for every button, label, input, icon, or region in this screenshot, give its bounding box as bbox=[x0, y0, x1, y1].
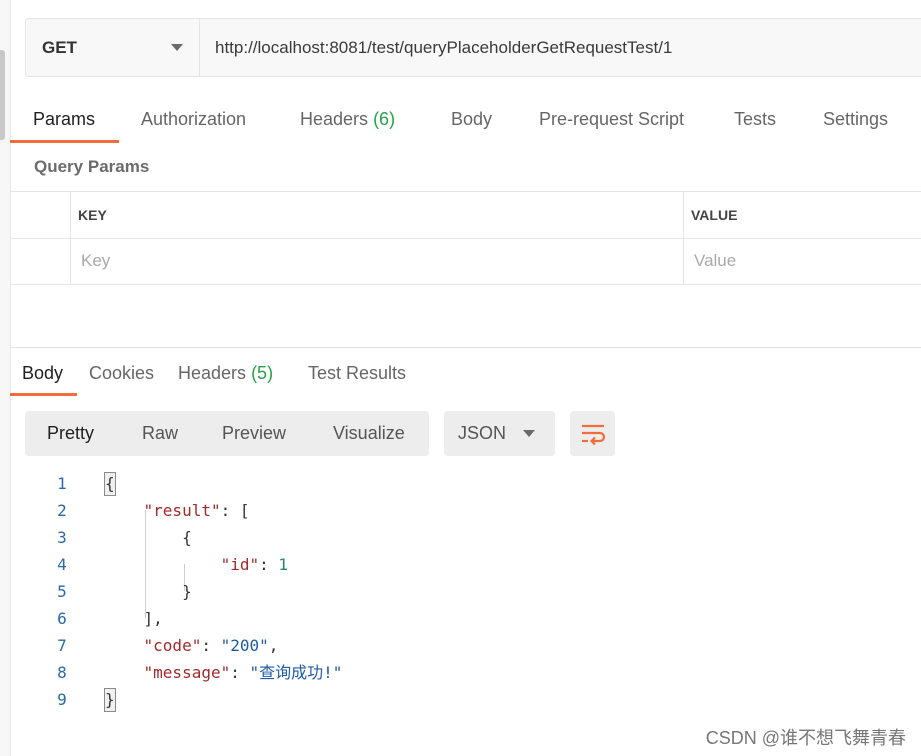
format-raw[interactable]: Raw bbox=[142, 411, 178, 456]
code-line: 1{ bbox=[0, 470, 921, 497]
value-input[interactable]: Value bbox=[686, 238, 921, 284]
code-line: 7 "code": "200", bbox=[0, 632, 921, 659]
headers-count: (6) bbox=[373, 109, 396, 129]
code-text: } bbox=[105, 686, 115, 713]
chevron-down-icon bbox=[171, 44, 183, 51]
column-divider bbox=[70, 192, 71, 284]
request-url-bar: GET http://localhost:8081/test/queryPlac… bbox=[25, 18, 921, 77]
code-text: "result": [ bbox=[105, 497, 250, 524]
tab-params[interactable]: Params bbox=[33, 104, 95, 142]
json-punctuation bbox=[105, 501, 144, 520]
json-punctuation: : bbox=[201, 636, 221, 655]
code-text: "id": 1 bbox=[105, 551, 288, 578]
tab-test-results[interactable]: Test Results bbox=[308, 358, 406, 396]
code-text: ], bbox=[105, 605, 163, 632]
wrap-lines-button[interactable] bbox=[570, 411, 615, 456]
json-key: "id" bbox=[220, 555, 260, 574]
key-column-header: KEY bbox=[78, 207, 107, 223]
wrap-lines-icon bbox=[581, 424, 605, 445]
tab-response-headers[interactable]: Headers (5) bbox=[178, 358, 273, 396]
watermark: CSDN @谁不想飞舞青春 bbox=[705, 728, 906, 748]
code-line: 9} bbox=[0, 686, 921, 713]
json-punctuation: : [ bbox=[220, 501, 250, 520]
code-line: 4 "id": 1 bbox=[0, 551, 921, 578]
table-row: Key Value bbox=[10, 238, 921, 285]
code-text: { bbox=[105, 524, 192, 551]
line-number: 9 bbox=[57, 690, 67, 709]
table-header-row: KEY VALUE bbox=[10, 192, 921, 239]
format-preview[interactable]: Preview bbox=[222, 411, 286, 456]
tab-body[interactable]: Body bbox=[451, 104, 492, 142]
line-number: 1 bbox=[57, 474, 67, 493]
code-line: 8 "message": "查询成功!" bbox=[0, 659, 921, 686]
tab-tests[interactable]: Tests bbox=[734, 104, 776, 142]
code-text: "code": "200", bbox=[105, 632, 279, 659]
code-text: { bbox=[105, 470, 115, 497]
format-visualize[interactable]: Visualize bbox=[333, 411, 405, 456]
request-tabs: Params Authorization Headers (6) Body Pr… bbox=[10, 104, 921, 144]
sidebar-handle[interactable] bbox=[0, 50, 5, 140]
key-input[interactable]: Key bbox=[73, 238, 673, 284]
line-number: 8 bbox=[57, 663, 67, 682]
json-punctuation: , bbox=[268, 636, 279, 655]
json-punctuation bbox=[105, 636, 144, 655]
code-line: 2 "result": [ bbox=[0, 497, 921, 524]
response-tabs: Body Cookies Headers (5) Test Results bbox=[10, 358, 921, 398]
query-params-title: Query Params bbox=[34, 157, 150, 176]
response-body-viewer[interactable]: 1{2 "result": [3 {4 "id": 15 } 6 ], 7 "cod… bbox=[0, 470, 921, 730]
json-key: "code" bbox=[143, 636, 202, 655]
chevron-down-icon bbox=[523, 430, 535, 437]
json-punctuation: { bbox=[105, 528, 192, 547]
json-punctuation: ], bbox=[105, 609, 163, 628]
tab-response-body[interactable]: Body bbox=[22, 358, 63, 396]
json-punctuation: } bbox=[105, 582, 192, 601]
code-line: 3 { bbox=[0, 524, 921, 551]
tab-headers[interactable]: Headers (6) bbox=[300, 104, 395, 142]
code-line: 6 ], bbox=[0, 605, 921, 632]
format-pretty[interactable]: Pretty bbox=[47, 411, 94, 456]
tab-cookies[interactable]: Cookies bbox=[89, 358, 154, 396]
code-text: "message": "查询成功!" bbox=[105, 659, 343, 686]
line-number: 7 bbox=[57, 636, 67, 655]
url-input[interactable]: http://localhost:8081/test/queryPlacehol… bbox=[200, 38, 672, 58]
line-number: 6 bbox=[57, 609, 67, 628]
tab-settings[interactable]: Settings bbox=[823, 104, 888, 142]
line-number: 4 bbox=[57, 555, 67, 574]
json-punctuation: : bbox=[259, 555, 279, 574]
json-key: "message" bbox=[143, 663, 231, 682]
method-label: GET bbox=[42, 37, 77, 57]
json-string: "查询成功!" bbox=[249, 663, 343, 682]
column-divider bbox=[683, 192, 684, 284]
line-number: 5 bbox=[57, 582, 67, 601]
format-toggle-group: Pretty Raw Preview Visualize bbox=[25, 411, 429, 456]
line-number: 3 bbox=[57, 528, 67, 547]
value-column-header: VALUE bbox=[691, 207, 738, 223]
response-headers-count: (5) bbox=[251, 363, 274, 383]
code-line: 5 } bbox=[0, 578, 921, 605]
json-punctuation bbox=[105, 555, 221, 574]
json-punctuation: : bbox=[230, 663, 250, 682]
tab-authorization[interactable]: Authorization bbox=[141, 104, 246, 142]
active-tab-indicator bbox=[10, 393, 77, 396]
line-number: 2 bbox=[57, 501, 67, 520]
json-punctuation bbox=[105, 663, 144, 682]
json-string: "200" bbox=[220, 636, 269, 655]
code-text: } bbox=[105, 578, 192, 605]
json-key: "result" bbox=[143, 501, 221, 520]
pane-divider[interactable] bbox=[10, 347, 921, 348]
query-params-table: KEY VALUE Key Value bbox=[10, 191, 921, 285]
method-dropdown[interactable]: GET bbox=[26, 19, 200, 76]
language-dropdown[interactable]: JSON bbox=[444, 411, 555, 456]
json-punctuation: { bbox=[105, 474, 115, 493]
tab-pre-request-script[interactable]: Pre-request Script bbox=[539, 104, 684, 142]
active-tab-indicator bbox=[10, 140, 119, 143]
language-label: JSON bbox=[458, 423, 507, 443]
json-number: 1 bbox=[278, 555, 289, 574]
json-punctuation: } bbox=[105, 690, 115, 709]
